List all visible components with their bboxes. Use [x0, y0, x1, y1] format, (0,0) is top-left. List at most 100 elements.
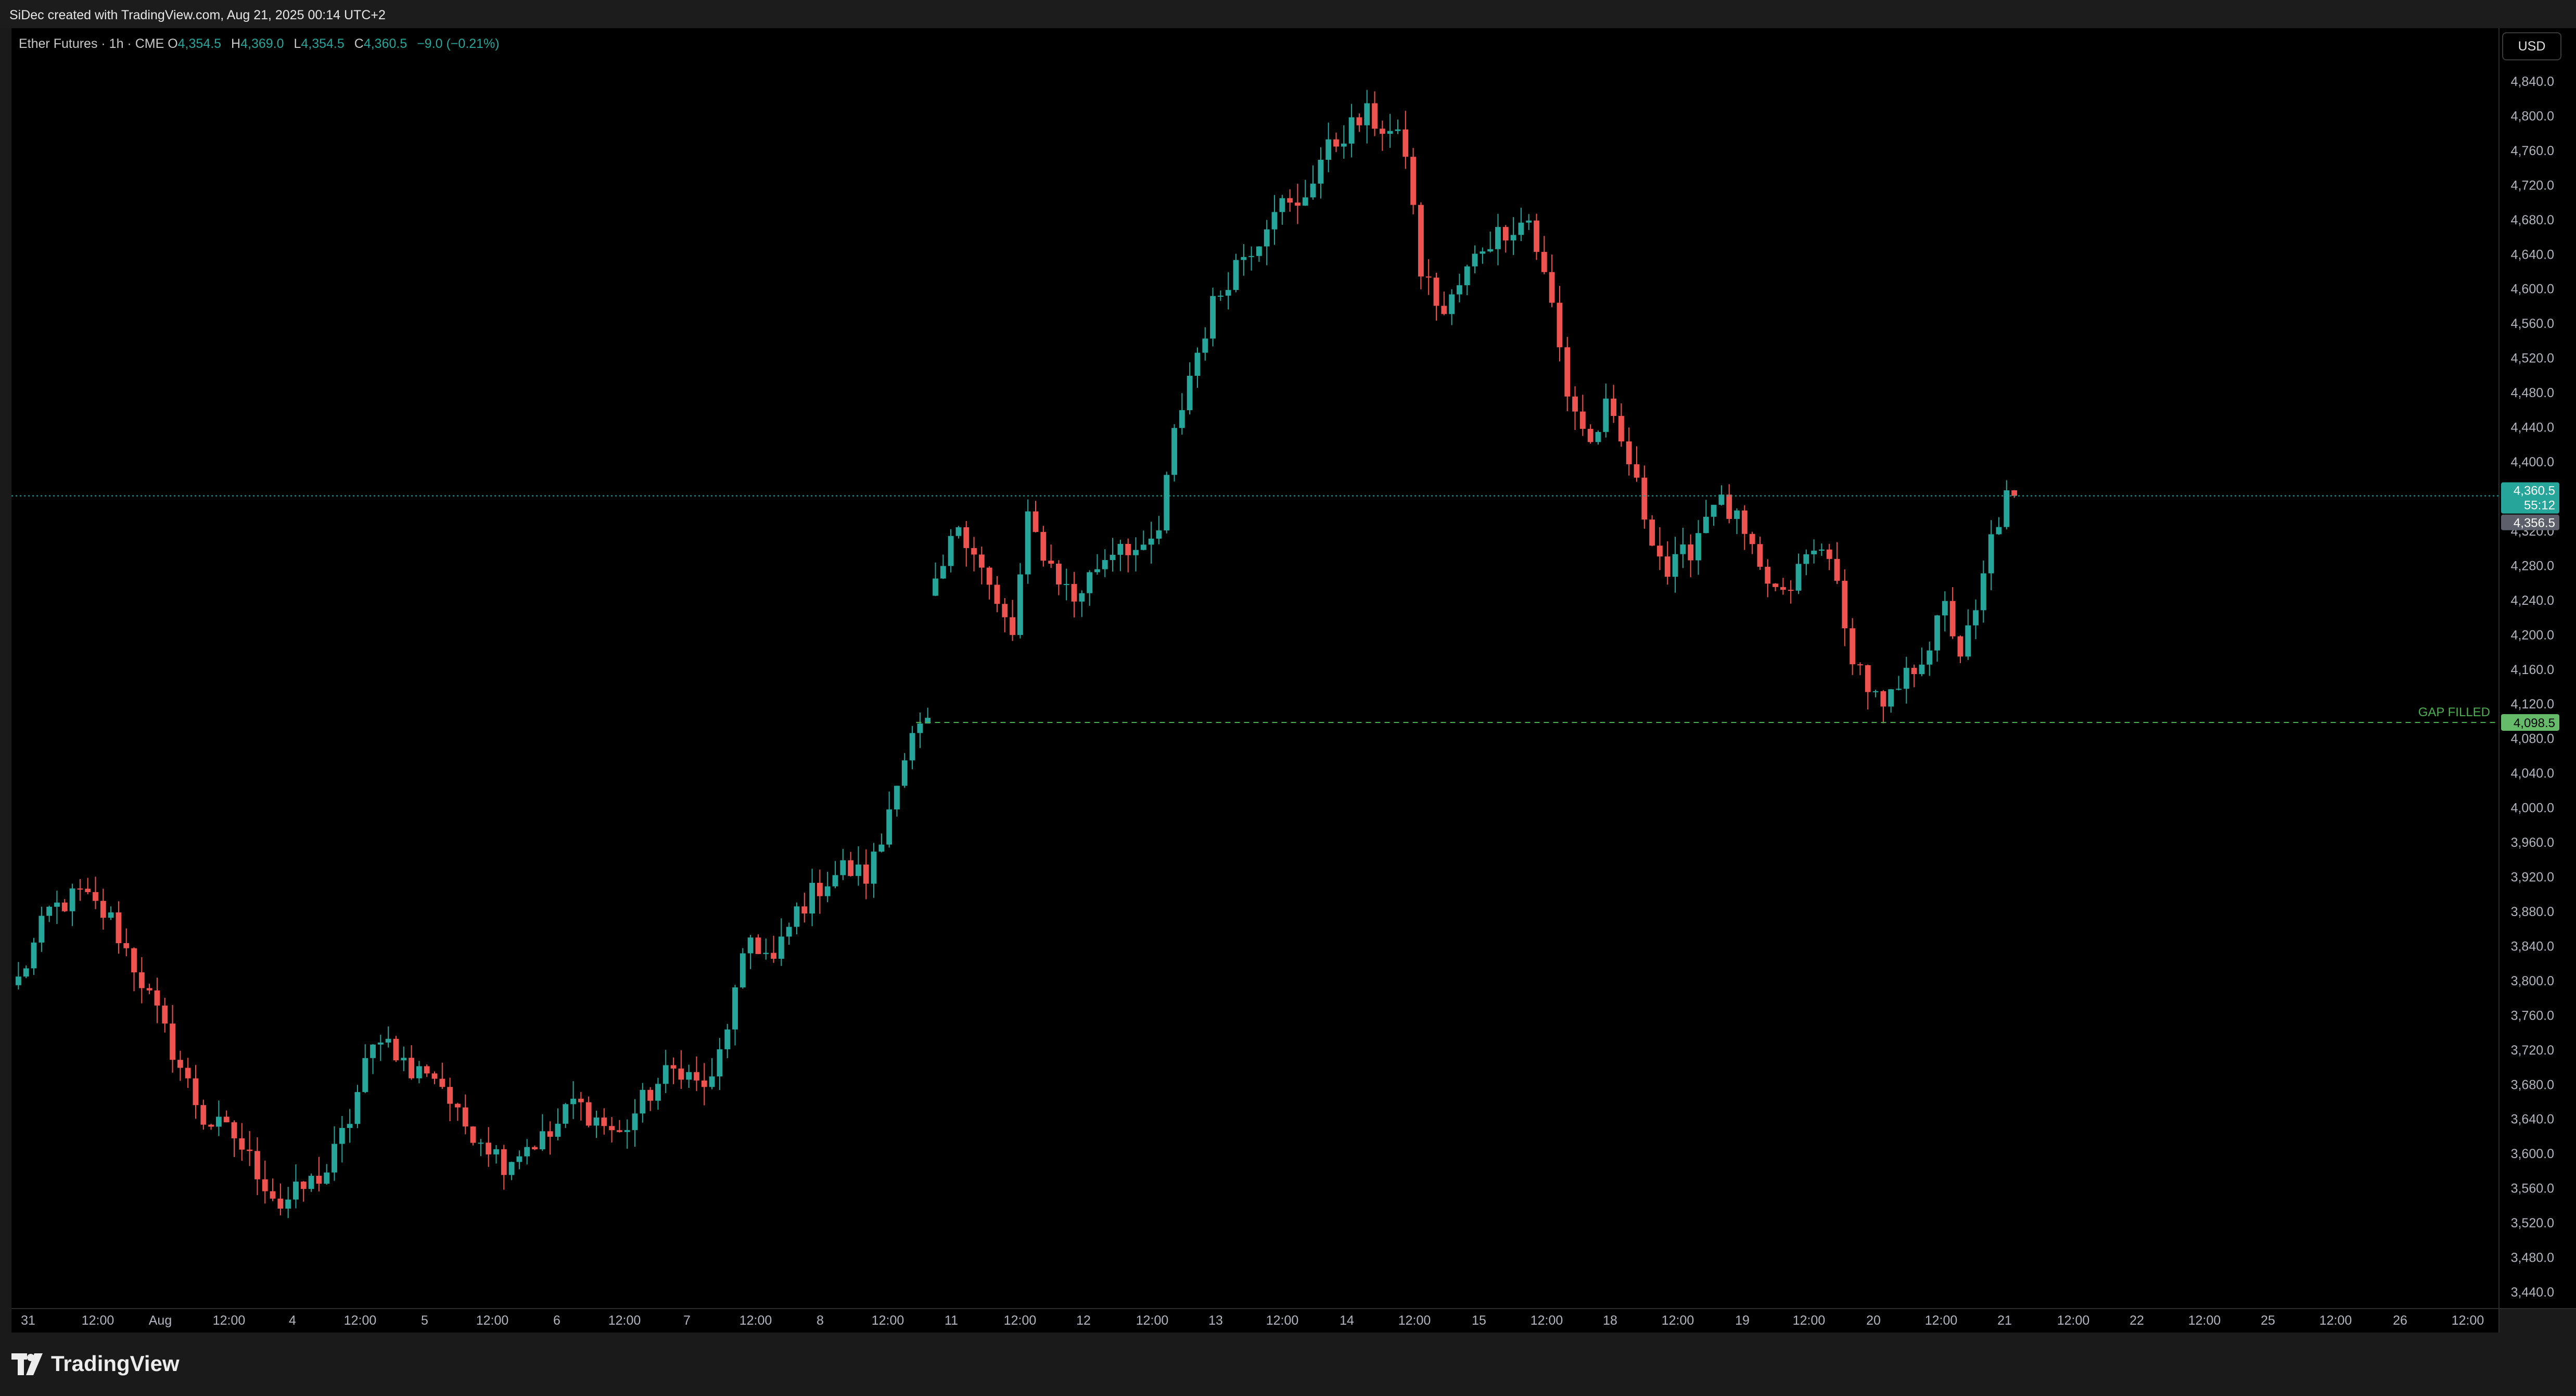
candle-body — [1850, 628, 1856, 665]
candle-body — [1618, 416, 1624, 442]
candle-body — [1803, 554, 1809, 564]
candle-body — [1264, 229, 1270, 247]
time-axis-background[interactable] — [11, 1309, 2499, 1332]
gap-price-tag: 4,098.5 — [2501, 714, 2559, 731]
prev-close-value: 4,356.5 — [2514, 516, 2555, 530]
candle — [1171, 424, 1177, 482]
candle-body — [116, 912, 122, 944]
candle-body — [1279, 198, 1285, 212]
candle-body — [1464, 266, 1470, 285]
time-tick-label: 6 — [553, 1313, 560, 1328]
candle-body — [362, 1058, 368, 1093]
candle-body — [1418, 205, 1424, 277]
candle-body — [832, 875, 838, 886]
candle-body — [878, 844, 885, 852]
candle-body — [624, 1130, 630, 1132]
candle-body — [848, 860, 854, 876]
candle-body — [131, 948, 137, 973]
candle-body — [1210, 296, 1216, 339]
high-value: 4,369.0 — [240, 36, 284, 51]
tradingview-wordmark[interactable]: TradingView — [51, 1351, 180, 1376]
candle-body — [1549, 272, 1555, 303]
price-tick-label: 3,960.0 — [2511, 835, 2554, 850]
price-tick-label: 4,280.0 — [2511, 559, 2554, 573]
candle-body — [1495, 227, 1501, 249]
candle-body — [1457, 285, 1462, 295]
candle-body — [177, 1060, 183, 1068]
candle-body — [1603, 398, 1609, 432]
candle-body — [1788, 590, 1794, 591]
symbol-legend: Ether Futures · 1h · CME O4,354.5 H4,369… — [19, 36, 506, 52]
candle-body — [193, 1078, 199, 1106]
candle-body — [532, 1147, 538, 1150]
candle-body — [1148, 538, 1154, 545]
candle-body — [1248, 256, 1255, 257]
candle-body — [1402, 129, 1409, 157]
candle-body — [1664, 556, 1670, 577]
time-tick-label: 12:00 — [1793, 1313, 1826, 1328]
candle-body — [640, 1089, 646, 1114]
candle-body — [871, 852, 877, 884]
candle-body — [370, 1044, 376, 1058]
price-tick-label: 3,600.0 — [2511, 1147, 2554, 1161]
candle-body — [1164, 475, 1170, 531]
candle-body — [1865, 665, 1871, 692]
price-tick-label: 3,920.0 — [2511, 870, 2554, 885]
candle-body — [717, 1049, 723, 1077]
symbol-label[interactable]: Ether Futures · 1h · CME — [19, 36, 164, 51]
candle-body — [2011, 490, 2017, 496]
candle-body — [655, 1084, 661, 1101]
price-tick-label: 4,040.0 — [2511, 766, 2554, 781]
chart-pane-background[interactable] — [11, 28, 2499, 1309]
price-tick-label: 4,200.0 — [2511, 628, 2554, 642]
price-chart[interactable]: GAP FILLED 4,840.0 4,800.0 4,760.0 4,720.0 4… — [0, 28, 2576, 1332]
time-tick-label: 8 — [817, 1313, 824, 1328]
time-tick-label: 11 — [945, 1313, 958, 1328]
time-tick-label: 5 — [421, 1313, 428, 1328]
candle-body — [1010, 617, 1015, 635]
candle-body — [1233, 260, 1239, 290]
candle-body — [670, 1065, 677, 1069]
time-tick-label: 12:00 — [1925, 1313, 1958, 1328]
candle-body — [185, 1068, 191, 1078]
candle-body — [1811, 550, 1817, 554]
candle-body — [1896, 689, 1902, 690]
candle-body — [516, 1156, 522, 1162]
candle-body — [578, 1098, 584, 1102]
candle-body — [69, 888, 75, 911]
candle-body — [694, 1072, 699, 1081]
candle-body — [940, 566, 946, 579]
price-tick-label: 3,560.0 — [2511, 1182, 2554, 1196]
candle-body — [478, 1143, 484, 1144]
candle-body — [377, 1042, 384, 1045]
candle-body — [739, 953, 746, 987]
candle-body — [277, 1198, 284, 1209]
price-tick-label: 3,520.0 — [2511, 1216, 2554, 1230]
currency-button[interactable]: USD — [2502, 32, 2561, 60]
candle — [1164, 472, 1170, 534]
candle-body — [1225, 290, 1231, 296]
tradingview-logo-icon[interactable] — [11, 1350, 46, 1378]
time-tick-label: 12:00 — [82, 1313, 114, 1328]
candle-body — [1557, 302, 1563, 348]
candle-body — [539, 1131, 545, 1150]
close-label: C — [354, 36, 364, 51]
candle-body — [1734, 510, 1740, 519]
candle-body — [1117, 543, 1124, 555]
candle-body — [1079, 593, 1085, 602]
candle-body — [1487, 249, 1494, 252]
candle-body — [324, 1172, 330, 1184]
candle-body — [647, 1089, 654, 1101]
candle-body — [1534, 220, 1539, 252]
last-price-value: 4,360.5 — [2514, 484, 2555, 498]
time-tick-label: 19 — [1735, 1313, 1750, 1328]
candle-body — [755, 937, 761, 954]
candle-body — [1318, 159, 1324, 184]
candle-body — [1356, 117, 1362, 125]
candle-body — [100, 900, 106, 918]
candle-body — [1140, 544, 1146, 550]
candle-body — [146, 988, 152, 991]
time-tick-label: 12:00 — [608, 1313, 641, 1328]
price-tick-label: 3,720.0 — [2511, 1043, 2554, 1058]
candle-body — [61, 903, 68, 911]
